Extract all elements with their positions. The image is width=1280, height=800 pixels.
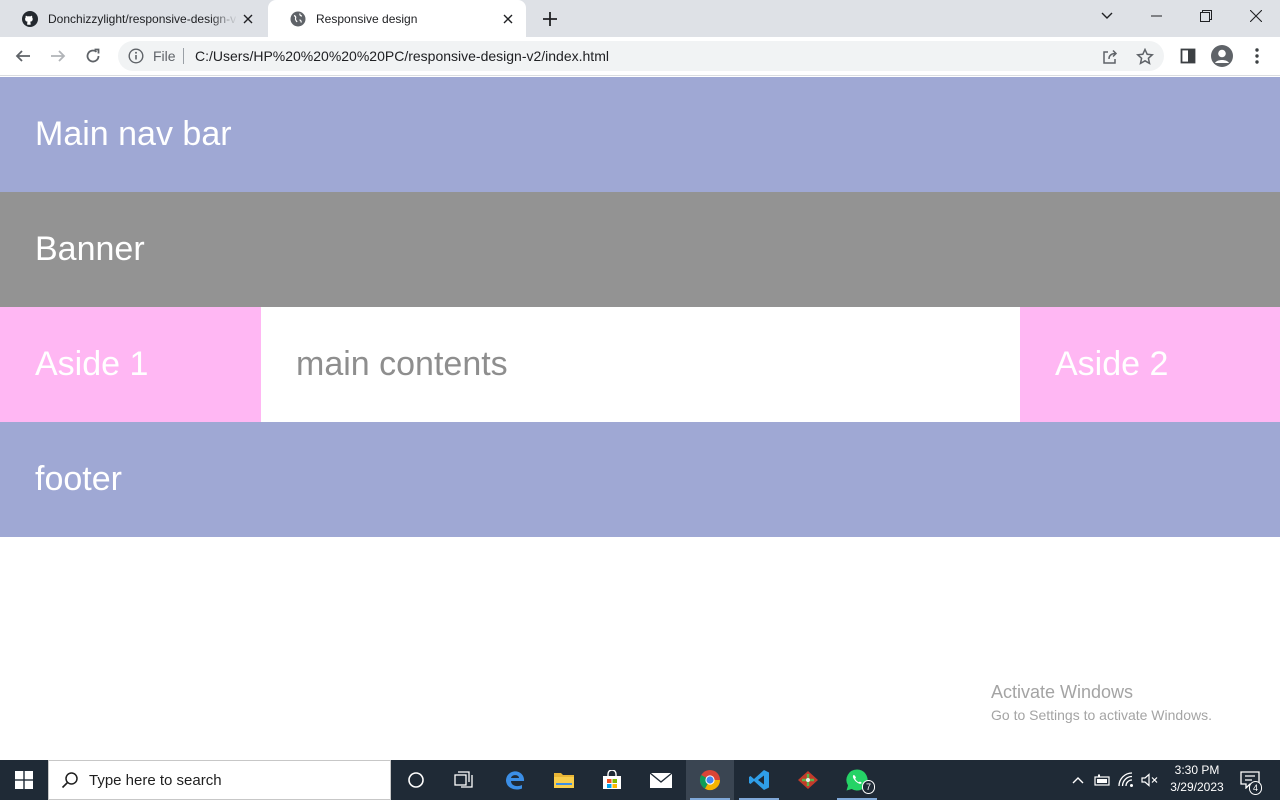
close-tab-icon[interactable] [240,11,256,27]
tab-title: Responsive design [316,11,418,26]
tab-search-button[interactable] [1083,0,1131,32]
cortana-button[interactable] [392,760,440,800]
banner-label: Banner [35,230,145,268]
share-icon[interactable] [1101,48,1119,66]
volume-muted-icon [1141,773,1158,787]
battery-button[interactable] [1091,760,1113,800]
arrow-left-icon [15,50,30,62]
reload-button[interactable] [79,42,107,70]
search-icon [61,772,78,789]
url-text[interactable]: C:/Users/HP%20%20%20%20PC/responsive-des… [195,48,609,64]
reload-icon [86,48,100,63]
windows-icon [15,771,33,789]
action-center-button[interactable]: 4 [1236,760,1264,800]
main-nav-bar: Main nav bar [0,77,1280,192]
aside-1-label: Aside 1 [35,345,149,383]
show-hidden-icons-button[interactable] [1066,760,1090,800]
tab-strip: Donchizzylight/responsive-design-v Respo… [0,0,1280,37]
activate-windows-watermark: Activate Windows Go to Settings to activ… [991,682,1212,723]
footer-label: footer [35,460,122,498]
notification-badge: 4 [1249,781,1263,795]
globe-icon [290,11,306,27]
aside-2-label: Aside 2 [1055,345,1169,383]
chevron-up-icon [1072,777,1084,784]
network-button[interactable] [1116,760,1138,800]
nav-label: Main nav bar [35,115,232,153]
banner: Banner [0,192,1280,307]
minimize-icon [1150,15,1162,17]
github-icon [22,10,38,27]
store-icon [603,770,621,789]
watermark-title: Activate Windows [991,682,1134,702]
mail-button[interactable] [637,760,685,800]
more-vert-icon [1255,48,1259,64]
info-icon[interactable] [128,48,144,64]
close-tab-icon[interactable] [500,11,516,27]
watermark-subtitle: Go to Settings to activate Windows. [991,707,1212,723]
vscode-button[interactable] [735,760,783,800]
battery-icon [1094,774,1110,786]
plus-icon [543,12,557,26]
address-bar[interactable]: File C:/Users/HP%20%20%20%20PC/responsiv… [118,41,1164,71]
volume-button[interactable] [1139,760,1161,800]
tab-github[interactable]: Donchizzylight/responsive-design-v [0,0,266,37]
git-gui-button[interactable] [784,760,832,800]
clock-date: 3/29/2023 [1170,780,1224,794]
side-panel-icon [1180,48,1196,64]
avatar-icon [1211,45,1233,67]
page-viewport: Main nav bar Banner Aside 1 main content… [0,77,1280,760]
cortana-icon [408,772,424,788]
git-icon [798,771,818,789]
whatsapp-badge: 7 [862,780,876,794]
task-view-button[interactable] [440,760,488,800]
close-icon [1250,10,1262,22]
clock-time: 3:30 PM [1174,763,1220,777]
vscode-icon [749,770,769,790]
tab-responsive-design[interactable]: Responsive design [268,0,526,37]
edge-icon [506,771,525,790]
menu-button[interactable] [1244,43,1270,69]
new-tab-button[interactable] [538,7,562,31]
start-button[interactable] [0,760,48,800]
minimize-button[interactable] [1132,0,1180,32]
aside-2: Aside 2 [1020,307,1280,422]
chevron-down-icon [1101,12,1113,19]
side-panel-button[interactable] [1175,43,1201,69]
chrome-button[interactable] [686,760,734,800]
mail-icon [649,772,673,788]
profile-button[interactable] [1209,43,1235,69]
main-label: main contents [296,345,508,383]
taskbar-search[interactable]: Type here to search [48,760,391,800]
taskbar: Type here to search 7 3:30 PM 3/29/2023 … [0,760,1280,800]
back-button[interactable] [9,42,37,70]
forward-button[interactable] [44,42,72,70]
url-scheme: File [153,48,176,64]
aside-1: Aside 1 [0,307,261,422]
microsoft-store-button[interactable] [588,760,636,800]
close-window-button[interactable] [1232,0,1280,32]
divider [183,48,184,64]
edge-button[interactable] [491,760,539,800]
task-view-icon [454,771,473,788]
footer: footer [0,422,1280,537]
content-row: Aside 1 main contents Aside 2 [0,307,1280,422]
whatsapp-button[interactable]: 7 [833,760,881,800]
restore-button[interactable] [1182,0,1230,32]
arrow-right-icon [51,50,66,62]
restore-icon [1200,10,1212,22]
browser-toolbar: File C:/Users/HP%20%20%20%20PC/responsiv… [0,37,1280,76]
clock[interactable]: 3:30 PM 3/29/2023 [1160,762,1234,796]
wifi-icon [1118,772,1133,787]
folder-icon [554,773,574,788]
star-icon[interactable] [1136,48,1154,66]
search-placeholder: Type here to search [89,771,222,789]
file-explorer-button[interactable] [540,760,588,800]
main-contents: main contents [261,307,1020,422]
tab-title: Donchizzylight/responsive-design-v [48,11,237,26]
chrome-icon [699,770,721,791]
